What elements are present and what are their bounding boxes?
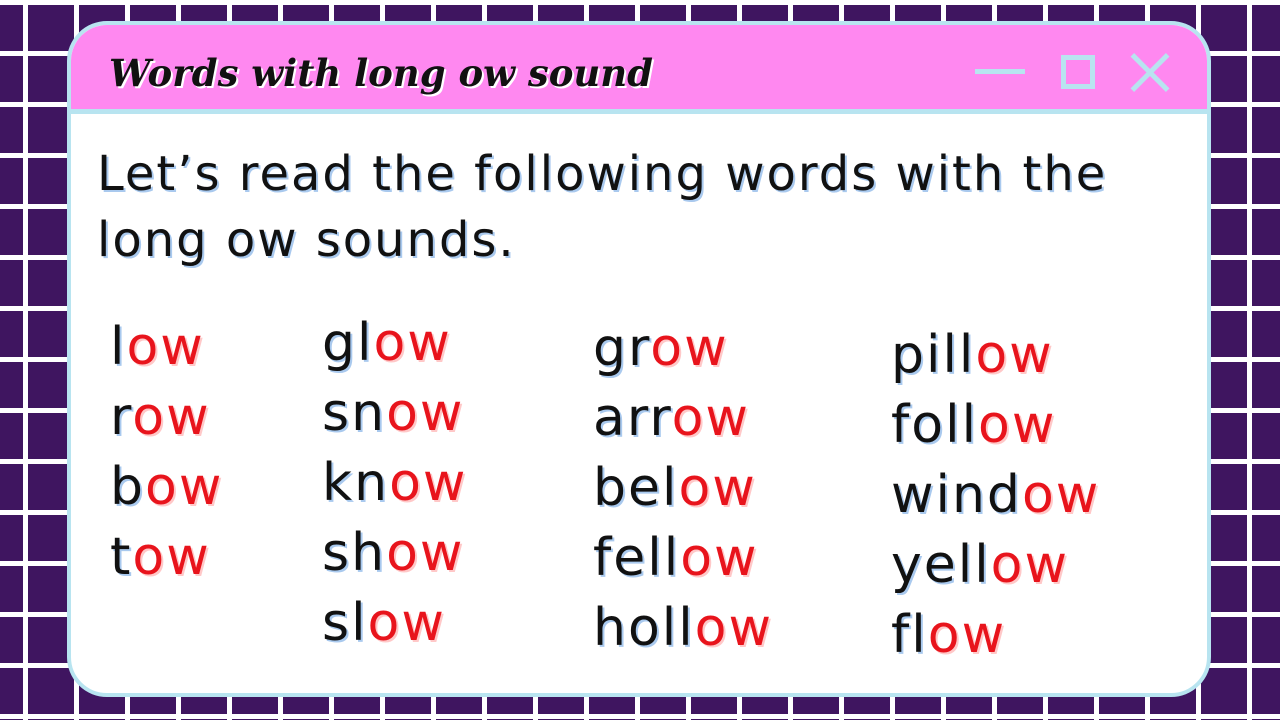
word-item: row bbox=[110, 382, 223, 452]
title-bar: Words with long ow sound bbox=[71, 25, 1207, 114]
word-ow-highlight: ow bbox=[978, 395, 1057, 455]
word-ow-highlight: ow bbox=[386, 523, 465, 583]
word-column-1: low row bow tow bbox=[110, 312, 223, 592]
word-prefix: pill bbox=[891, 325, 976, 385]
word-item: follow bbox=[891, 390, 1100, 460]
word-prefix: bel bbox=[593, 458, 679, 518]
word-ow-highlight: ow bbox=[680, 528, 759, 588]
word-ow-highlight: ow bbox=[678, 458, 757, 518]
word-ow-highlight: ow bbox=[671, 388, 750, 448]
word-item: glow bbox=[322, 308, 467, 378]
word-ow-highlight: ow bbox=[975, 325, 1054, 385]
word-item: window bbox=[891, 460, 1100, 530]
word-prefix: fl bbox=[891, 605, 928, 665]
word-prefix: wind bbox=[891, 465, 1022, 525]
word-ow-highlight: ow bbox=[694, 598, 774, 658]
word-ow-highlight: ow bbox=[126, 317, 205, 377]
word-prefix: sh bbox=[322, 523, 387, 583]
lesson-window: Words with long ow sound Let’s read the … bbox=[67, 21, 1211, 697]
word-prefix: foll bbox=[891, 395, 979, 455]
maximize-icon[interactable] bbox=[1061, 55, 1095, 89]
word-ow-highlight: ow bbox=[367, 593, 446, 653]
word-ow-highlight: ow bbox=[990, 535, 1070, 595]
word-ow-highlight: ow bbox=[927, 605, 1007, 665]
word-prefix: kn bbox=[322, 453, 390, 513]
minimize-icon[interactable] bbox=[975, 69, 1025, 74]
word-prefix: sl bbox=[322, 593, 368, 653]
word-ow-highlight: ow bbox=[389, 453, 468, 513]
word-prefix: l bbox=[110, 317, 127, 377]
word-ow-highlight: ow bbox=[132, 527, 211, 587]
word-prefix: t bbox=[110, 527, 133, 587]
instruction-text: Let’s read the following words with the … bbox=[97, 146, 1108, 268]
word-item: know bbox=[322, 448, 467, 518]
word-item: show bbox=[322, 518, 467, 588]
slide-background: { "window": { "title": "Words with long … bbox=[0, 0, 1280, 720]
word-ow-highlight: ow bbox=[1021, 465, 1101, 525]
word-ow-highlight: ow bbox=[373, 313, 452, 373]
word-prefix: gr bbox=[593, 318, 651, 378]
word-ow-highlight: ow bbox=[145, 457, 224, 517]
word-item: low bbox=[110, 312, 223, 382]
word-column-3: grow arrow below fellow hollow bbox=[593, 313, 773, 663]
close-icon[interactable] bbox=[1129, 52, 1171, 94]
word-item: pillow bbox=[891, 320, 1100, 390]
word-prefix: sn bbox=[322, 383, 387, 443]
word-item: hollow bbox=[593, 593, 773, 663]
word-item: yellow bbox=[891, 530, 1100, 600]
word-prefix: fell bbox=[593, 528, 681, 588]
word-item: snow bbox=[322, 378, 467, 448]
word-prefix: gl bbox=[322, 313, 374, 373]
word-prefix: r bbox=[110, 387, 133, 447]
word-prefix: b bbox=[110, 457, 146, 517]
word-item: below bbox=[593, 453, 773, 523]
window-title: Words with long ow sound bbox=[109, 51, 654, 95]
word-item: tow bbox=[110, 522, 223, 592]
word-item: grow bbox=[593, 313, 773, 383]
word-column-4: pillow follow window yellow flow bbox=[891, 320, 1100, 670]
word-ow-highlight: ow bbox=[650, 318, 729, 378]
word-prefix: yell bbox=[891, 535, 991, 595]
word-item: bow bbox=[110, 452, 223, 522]
word-ow-highlight: ow bbox=[386, 383, 465, 443]
word-item: fellow bbox=[593, 523, 773, 593]
word-item: arrow bbox=[593, 383, 773, 453]
word-item: slow bbox=[322, 588, 467, 658]
word-column-2: glow snow know show slow bbox=[322, 308, 467, 658]
word-prefix: arr bbox=[593, 388, 672, 448]
word-prefix: holl bbox=[593, 598, 695, 658]
word-item: flow bbox=[891, 600, 1100, 670]
word-ow-highlight: ow bbox=[132, 387, 211, 447]
